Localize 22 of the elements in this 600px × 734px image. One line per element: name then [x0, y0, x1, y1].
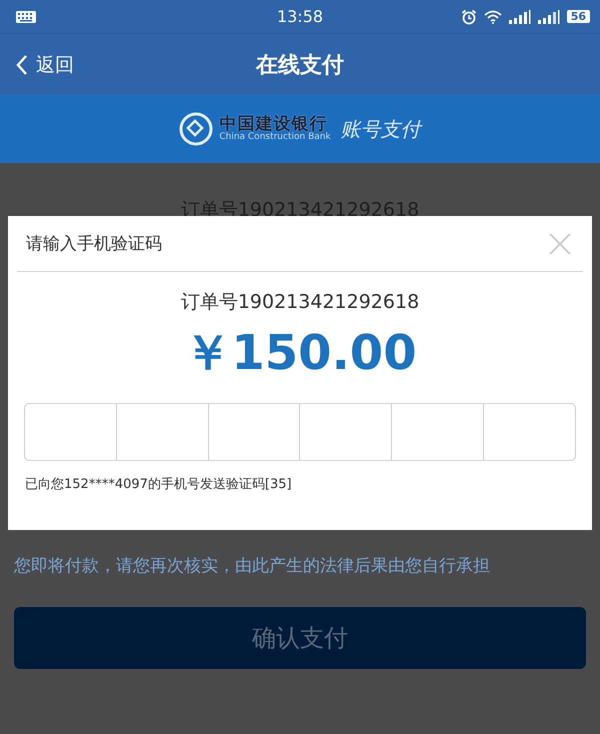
page-title: 在线支付 [256, 52, 344, 80]
keyboard-icon [16, 10, 36, 22]
dialog-title: 请输入手机验证码 [26, 233, 162, 255]
alarm-icon [460, 8, 477, 24]
close-icon[interactable] [549, 232, 571, 254]
bank-logo-icon [179, 112, 214, 146]
clock-time: 13:58 [276, 7, 324, 26]
bank-name: 中国建设银行 [219, 116, 328, 133]
signal-icon [538, 10, 560, 24]
chevron-left-icon [16, 54, 28, 76]
sms-hint: 已向您152****4097的手机号发送验证码[35] [25, 476, 292, 493]
warning-text: 您即将付款，请您再次核实，由此产生的法律后果由您自行承担 [14, 555, 490, 577]
payment-amount: ￥150.00 [183, 324, 417, 383]
battery-level: 56 [566, 10, 590, 23]
code-input-field[interactable] [24, 403, 576, 461]
payment-method: 账号支付 [340, 116, 421, 142]
confirm-button[interactable]: 确认支付 [14, 607, 586, 669]
wifi-icon [484, 10, 502, 24]
back-button[interactable]: 返回 [0, 52, 74, 78]
signal-icon [508, 10, 531, 24]
bank-name-english: China Construction Bank [219, 133, 331, 142]
order-number: 订单号190213421292618 [180, 290, 420, 315]
